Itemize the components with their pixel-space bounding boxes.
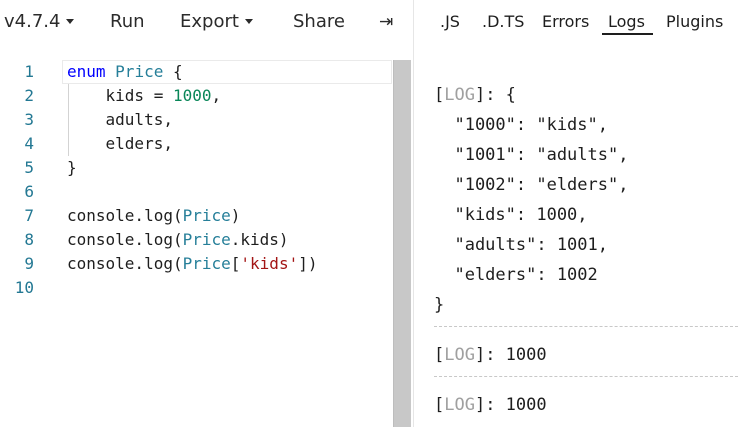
tab-js[interactable]: .JS bbox=[440, 12, 460, 31]
tab-dts[interactable]: .D.TS bbox=[482, 12, 524, 31]
code-line[interactable]: console.log(Price) bbox=[67, 204, 240, 228]
code-token: Price bbox=[182, 206, 231, 225]
code-token: adults, bbox=[67, 110, 173, 129]
code-token: } bbox=[67, 158, 77, 177]
log-separator bbox=[434, 326, 738, 327]
code-token: console.log( bbox=[67, 254, 183, 273]
code-token: , bbox=[211, 86, 222, 105]
code-token: 'kids' bbox=[240, 254, 299, 273]
export-dropdown[interactable]: Export bbox=[180, 0, 253, 44]
line-number: 4 bbox=[24, 134, 34, 153]
line-number: 3 bbox=[24, 110, 34, 129]
code-line[interactable]: adults, bbox=[67, 108, 173, 132]
editor-pane: v4.7.4 Run Export Share ⇥ 1 2 3 4 5 6 7 8 9 10 en… bbox=[0, 0, 414, 427]
code-line[interactable]: enum Price { bbox=[67, 60, 183, 84]
line-number: 10 bbox=[14, 278, 34, 297]
log-line: "1000": "kids", bbox=[434, 115, 608, 135]
log-level-tag: LOG bbox=[444, 85, 475, 105]
tab-plugins[interactable]: Plugins bbox=[666, 12, 723, 31]
log-line: "kids": 1000, bbox=[434, 205, 588, 225]
tab-logs[interactable]: Logs bbox=[608, 12, 645, 31]
line-number: 2 bbox=[24, 86, 34, 105]
line-number: 6 bbox=[24, 182, 34, 201]
code-token: elders, bbox=[67, 134, 173, 153]
version-label: v4.7.4 bbox=[4, 11, 61, 32]
code-token: 1000 bbox=[172, 86, 212, 105]
line-number: 9 bbox=[24, 254, 34, 273]
log-line: [LOG]: { bbox=[434, 85, 516, 105]
log-line: [LOG]: 1000 bbox=[434, 395, 547, 415]
expand-sidebar-icon[interactable]: ⇥ bbox=[379, 0, 393, 44]
code-token: Price bbox=[182, 230, 231, 249]
code-token: Price bbox=[182, 254, 231, 273]
code-editor[interactable]: 1 2 3 4 5 6 7 8 9 10 enum Price { kids = 1000, ad… bbox=[0, 60, 414, 427]
code-token: .kids) bbox=[230, 230, 289, 249]
log-line: [LOG]: 1000 bbox=[434, 345, 547, 365]
line-number: 5 bbox=[24, 158, 34, 177]
chevron-down-icon bbox=[244, 18, 253, 24]
share-button[interactable]: Share bbox=[293, 0, 345, 44]
line-number: 1 bbox=[24, 62, 34, 81]
code-token: { bbox=[163, 62, 183, 81]
code-line[interactable]: kids = 1000, bbox=[67, 84, 222, 108]
code-token: ) bbox=[230, 206, 241, 225]
code-token: ]) bbox=[298, 254, 318, 273]
version-dropdown[interactable]: v4.7.4 bbox=[4, 0, 75, 44]
tab-errors[interactable]: Errors bbox=[542, 12, 589, 31]
code-line[interactable]: console.log(Price['kids']) bbox=[67, 252, 317, 276]
code-token: [ bbox=[230, 254, 241, 273]
editor-scrollbar[interactable] bbox=[393, 60, 411, 427]
code-token: console.log( bbox=[67, 206, 183, 225]
code-token: kids = bbox=[67, 86, 173, 105]
code-token: enum bbox=[67, 62, 106, 81]
log-line: "adults": 1001, bbox=[434, 235, 608, 255]
log-level-tag: LOG bbox=[444, 345, 475, 365]
chevron-down-icon bbox=[66, 18, 75, 24]
code-line[interactable]: elders, bbox=[67, 132, 173, 156]
code-token: console.log( bbox=[67, 230, 183, 249]
run-button[interactable]: Run bbox=[110, 0, 145, 44]
line-number: 8 bbox=[24, 230, 34, 249]
log-line: "elders": 1002 bbox=[434, 265, 598, 285]
log-line: } bbox=[434, 295, 445, 315]
code-line[interactable]: } bbox=[67, 156, 77, 180]
log-line: "1002": "elders", bbox=[434, 175, 629, 195]
log-separator bbox=[434, 376, 738, 377]
active-tab-indicator bbox=[602, 33, 653, 35]
code-line[interactable]: console.log(Price.kids) bbox=[67, 228, 289, 252]
log-line: "1001": "adults", bbox=[434, 145, 629, 165]
line-number: 7 bbox=[24, 206, 34, 225]
output-pane: .JS .D.TS Errors Logs Plugins [LOG]: { "… bbox=[415, 0, 738, 427]
playground-toolbar: v4.7.4 Run Export Share ⇥ bbox=[0, 0, 414, 44]
code-token: Price bbox=[115, 62, 164, 81]
log-level-tag: LOG bbox=[444, 395, 475, 415]
output-tabs: .JS .D.TS Errors Logs Plugins bbox=[415, 0, 738, 44]
export-label: Export bbox=[180, 11, 239, 32]
